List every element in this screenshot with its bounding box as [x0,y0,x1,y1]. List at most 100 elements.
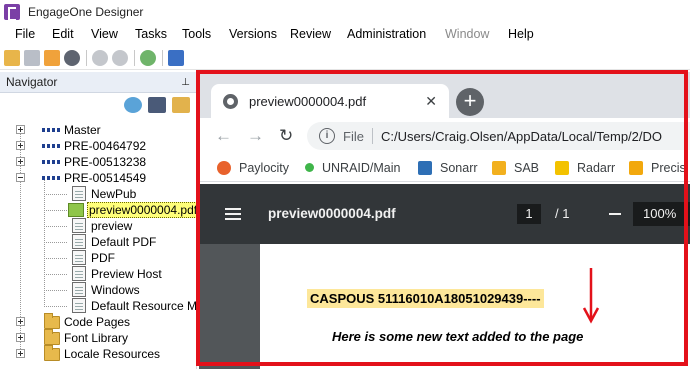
toolbar-separator [134,49,135,66]
menu-tasks[interactable]: Tasks [135,27,167,41]
tree-item-default-resource-map[interactable]: Default Resource Map [0,298,197,314]
tree-item-label: PRE-00464792 [64,139,147,153]
menu-view[interactable]: View [91,27,118,41]
pdf-viewer-toolbar: preview0000004.pdf 1 / 1 100% [199,184,690,244]
bookmark-label: Precis [651,160,686,175]
tree-item-master[interactable]: Master [0,122,197,138]
menu-versions[interactable]: Versions [229,27,277,41]
help-icon[interactable] [168,49,184,66]
menu-file[interactable]: File [15,27,35,41]
pin-icon[interactable]: ⊥ [181,77,190,88]
open-folder-icon[interactable] [4,49,20,66]
zoom-level-input[interactable]: 100% [633,202,690,226]
forward-icon[interactable]: → [247,126,264,146]
tree-item-label: PDF [91,251,115,265]
menu-tools[interactable]: Tools [182,27,211,41]
document-icon [72,218,86,233]
page-number-input[interactable]: 1 [517,204,541,224]
publication-node-icon [42,176,62,180]
sonarr-icon [418,160,432,175]
expand-icon[interactable] [16,317,25,326]
tree-item-preview-pdf[interactable]: preview0000004.pdf [0,202,200,218]
tree-item-label: Locale Resources [64,347,161,361]
document-icon [72,186,86,201]
expand-icon[interactable] [16,125,25,134]
url-text[interactable]: C:/Users/Craig.Olsen/AppData/Local/Temp/… [381,129,662,144]
document-icon [72,234,86,249]
tree-guide-line [44,258,68,259]
bookmark-sonarr[interactable]: Sonarr [418,160,478,175]
new-tab-button[interactable]: + [456,88,484,116]
tree-item-pre-00514549[interactable]: PRE-00514549 [0,170,197,186]
menu-administration[interactable]: Administration [347,27,426,41]
toolbar-separator [162,49,163,66]
publication-node-icon [42,144,62,148]
tree-item-pre-00464792[interactable]: PRE-00464792 [0,138,197,154]
tree-item-label: PRE-00513238 [64,155,147,169]
bookmark-paylocity[interactable]: Paylocity [217,160,290,175]
document-icon [72,282,86,297]
navigator-panel: Navigator ⊥ Master PRE-00464792 PRE-0051… [0,72,200,369]
tree-guide-line [44,242,68,243]
tree-item-preview-host[interactable]: Preview Host [0,266,197,282]
window-title: EngageOne Designer [28,4,144,19]
toolbar-separator [86,49,87,66]
bookmark-label: Paylocity [239,160,290,175]
folder-tools-icon[interactable] [172,97,190,113]
tree-item-windows[interactable]: Windows [0,282,197,298]
close-icon[interactable]: ✕ [425,93,437,110]
tab-title: preview0000004.pdf [249,93,367,109]
clock-icon[interactable] [140,49,156,66]
address-toolbar: ← → ↻ i File C:/Users/Craig.Olsen/AppDat… [199,118,690,154]
bookmark-label: Sonarr [440,160,478,175]
gear-icon[interactable] [92,49,108,66]
highlighted-caspous-text: CASPOUS 51116010A18051029439---- [307,289,544,308]
reload-icon[interactable]: ↻ [279,126,293,146]
refresh-icon[interactable] [124,97,142,113]
tree-guide-line [44,274,68,275]
menu-icon[interactable] [225,208,241,220]
scheme-label: File [343,128,364,144]
tree-item-locale-resources[interactable]: Locale Resources [0,345,197,362]
menu-edit[interactable]: Edit [52,27,74,41]
address-bar[interactable]: i File C:/Users/Craig.Olsen/AppData/Loca… [307,122,690,150]
paylocity-icon [217,160,231,175]
tree-item-preview[interactable]: preview [0,218,197,234]
pdf-file-icon [68,203,84,217]
bookmark-unraid[interactable]: UNRAID/Main [305,161,401,175]
tree-item-pdf[interactable]: PDF [0,250,197,266]
expand-icon[interactable] [16,157,25,166]
tree-item-label: Code Pages [64,315,131,329]
menu-window: Window [445,27,490,41]
browser-tab[interactable]: preview0000004.pdf ✕ [211,84,449,118]
tree-item-label: Font Library [64,331,129,345]
menu-bar: File Edit View Tasks Tools Versions Revi… [0,24,690,44]
bookmark-radarr[interactable]: Radarr [555,160,615,175]
link-icon[interactable] [64,49,80,66]
info-icon[interactable]: i [319,128,335,144]
tree-guide-line [44,194,68,195]
tree-item-newpub[interactable]: NewPub [0,186,197,202]
bookmark-sab[interactable]: SAB [492,160,539,175]
back-icon[interactable]: ← [215,126,232,146]
gear-icon[interactable] [112,49,128,66]
publish-icon[interactable] [44,49,60,66]
globe-icon [223,93,238,109]
browser-tabstrip: preview0000004.pdf ✕ + [199,72,690,118]
bookmark-precis[interactable]: Precis [629,160,686,175]
tree-item-default-pdf[interactable]: Default PDF [0,234,197,250]
expand-icon[interactable] [16,333,25,342]
zoom-out-icon[interactable] [609,213,621,215]
expand-icon[interactable] [16,349,25,358]
tree-item-font-library[interactable]: Font Library [0,329,197,346]
tree-item-pre-00513238[interactable]: PRE-00513238 [0,154,197,170]
menu-review[interactable]: Review [290,27,331,41]
save-icon[interactable] [24,49,40,66]
binoculars-icon[interactable] [148,97,166,113]
collapse-icon[interactable] [16,173,25,182]
expand-icon[interactable] [16,141,25,150]
precis-icon [629,160,643,175]
tree-item-code-pages[interactable]: Code Pages [0,313,197,330]
menu-help[interactable]: Help [508,27,534,41]
unraid-icon [305,163,314,172]
